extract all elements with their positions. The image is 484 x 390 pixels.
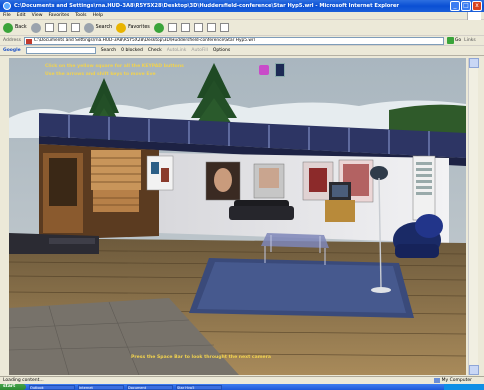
options-button[interactable]: Options [213,48,230,53]
taskbar-item[interactable]: Star Hyp5 [176,384,222,390]
taskbar-item[interactable]: Outlook [29,384,75,390]
google-search-button[interactable]: Search [101,48,116,53]
menu-help[interactable]: Help [93,13,103,18]
popup-blocked-button[interactable]: 0 blocked [121,48,143,53]
close-button[interactable]: x [472,1,482,11]
history-button[interactable] [167,23,177,32]
go-button[interactable]: Go [446,37,462,44]
3d-room-render [9,58,466,375]
google-search-input[interactable] [25,47,96,54]
refresh-button[interactable] [57,23,67,32]
maximize-button[interactable]: □ [461,1,471,11]
stop-button[interactable] [44,23,54,32]
zone-label: My Computer [441,378,472,383]
address-bar: Address C:\Documents and Settings\rna.HU… [0,36,484,46]
browser-window: C:\Documents and Settings\rna.HUD-3A8\R5… [0,0,484,390]
search-label: Search [95,25,113,30]
folder-button[interactable] [206,23,216,32]
star-icon [116,22,127,33]
windows-logo-icon [467,12,481,20]
search-button[interactable]: Search [83,22,113,33]
computer-icon [433,378,440,383]
movement-instruction: Use the arrows and shift keys to move Ev… [45,72,156,77]
mail-button[interactable] [180,23,190,32]
address-label: Address [3,38,21,43]
system-tray [444,384,484,390]
home-button[interactable] [70,23,80,32]
favorites-button[interactable]: Favorites [116,22,150,33]
ie-logo-icon [3,2,11,10]
google-toolbar: Google Search 0 blocked Check AutoLink A… [0,46,484,56]
vrml-3d-viewport[interactable]: Click on the yellow square for all the K… [9,58,466,375]
spell-check-button[interactable]: Check [148,48,162,53]
window-controls: _ □ x [450,1,482,11]
go-label: Go [454,38,462,43]
scroll-up-button[interactable] [469,58,479,68]
status-bar: Loading content... My Computer [0,376,484,384]
address-value: C:\Documents and Settings\rna.HUD-3A8\R5… [33,37,255,43]
keypad-yellow-square-button[interactable] [259,65,269,75]
start-button[interactable]: start [0,384,26,390]
media-button[interactable] [153,22,164,33]
avatar-eve-icon[interactable] [275,63,285,77]
title-bar[interactable]: C:\Documents and Settings\rna.HUD-3A8\R5… [0,0,484,12]
camera-hint: Press the Space Bar to look throught the… [131,355,272,360]
address-field[interactable]: C:\Documents and Settings\rna.HUD-3A8\R5… [23,36,444,45]
windows-taskbar: start Outlook Internet Document Star Hyp… [0,384,484,390]
print-button[interactable] [193,23,203,32]
taskbar-item[interactable]: Document [127,384,173,390]
go-arrow-icon [446,37,454,44]
messenger-button[interactable] [219,23,229,32]
autolink-button[interactable]: AutoLink [167,48,187,53]
menu-view[interactable]: View [32,13,43,18]
forward-button[interactable] [30,22,41,33]
menu-bar: File Edit View Favorites Tools Help [0,12,484,20]
back-button[interactable]: Back [3,22,27,33]
keypad-instruction: Click on the yellow square for all the K… [45,64,184,69]
page-icon [25,38,32,44]
window-title: C:\Documents and Settings\rna.HUD-3A8\R5… [14,3,399,9]
scroll-down-button[interactable] [469,365,479,375]
menu-favorites[interactable]: Favorites [49,13,70,18]
autofill-button[interactable]: AutoFill [191,48,207,53]
favorites-label: Favorites [128,25,150,30]
links-button[interactable]: Links [464,38,476,43]
status-text: Loading content... [3,378,44,383]
black-sofa [229,200,294,220]
search-icon [83,22,94,33]
back-arrow-icon [3,22,13,33]
standard-toolbar: Back Search Favorites [0,20,484,36]
back-label: Back [15,25,27,30]
taskbar-item[interactable]: Internet [78,384,124,390]
menu-tools[interactable]: Tools [75,13,86,18]
minimize-button[interactable]: _ [450,1,460,11]
menu-edit[interactable]: Edit [17,13,26,18]
vertical-scrollbar[interactable] [468,58,479,375]
google-logo[interactable]: Google [3,48,21,53]
security-zone: My Computer [433,378,472,383]
menu-file[interactable]: File [3,13,11,18]
